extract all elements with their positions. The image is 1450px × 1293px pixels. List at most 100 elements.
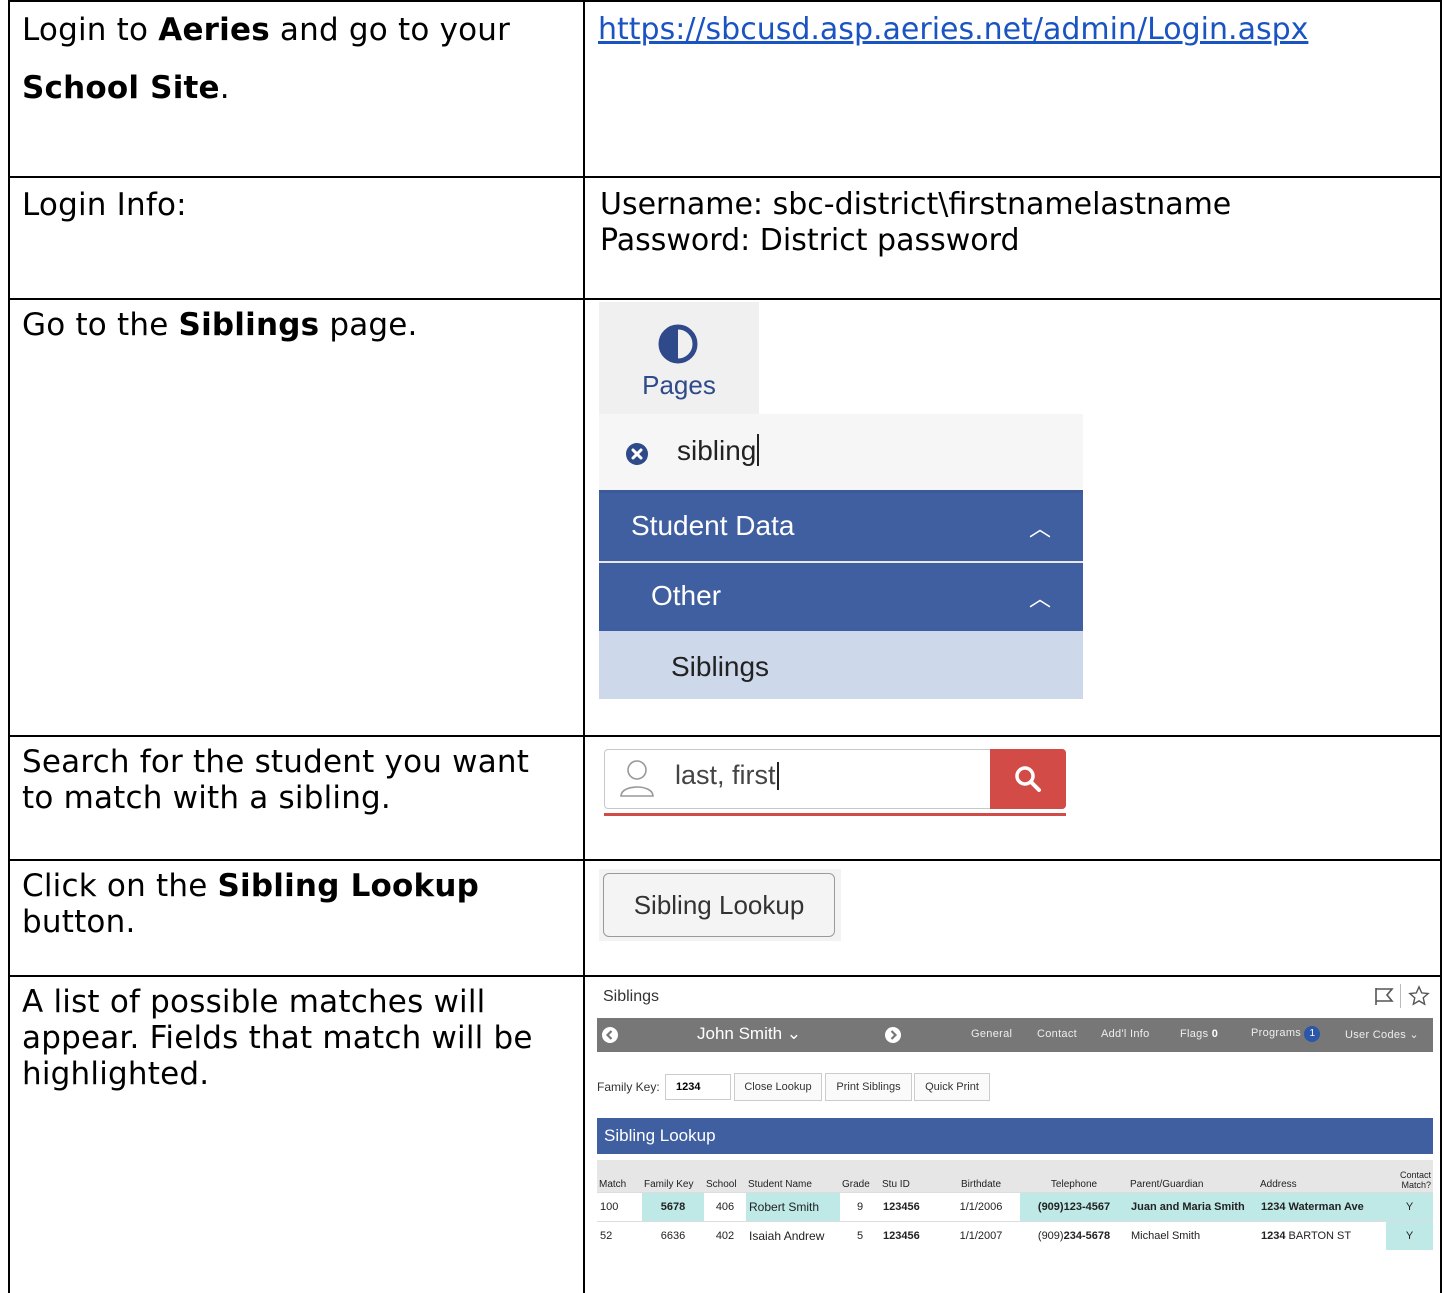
print-siblings-button[interactable]: Print Siblings bbox=[825, 1073, 912, 1101]
step-4-text: Search for the student you want to match… bbox=[22, 744, 529, 816]
family-key-input[interactable]: 1234 bbox=[665, 1074, 731, 1100]
nav-link-addl-info[interactable]: Add'l Info bbox=[1101, 1028, 1150, 1040]
col-birthdate: Birthdate bbox=[942, 1160, 1020, 1193]
prev-student-icon[interactable] bbox=[601, 1026, 619, 1044]
cell-contact-match: Y bbox=[1386, 1192, 1433, 1222]
table-row[interactable]: 52 6636 402 Isaiah Andrew 5 123456 1/1/2… bbox=[597, 1221, 1433, 1250]
menu-section-label: Student Data bbox=[631, 510, 795, 541]
pages-search-input[interactable]: sibling bbox=[677, 434, 760, 467]
programs-badge: 1 bbox=[1304, 1026, 1321, 1042]
pages-label: Pages bbox=[642, 370, 716, 400]
nav-link-user-codes[interactable]: User Codes ⌄ bbox=[1345, 1028, 1419, 1041]
sibling-lookup-title: Sibling Lookup bbox=[604, 1126, 716, 1145]
search-button[interactable] bbox=[990, 749, 1066, 809]
clear-icon[interactable] bbox=[625, 442, 649, 466]
toolbar-separator bbox=[1400, 984, 1401, 1008]
row-divider-3 bbox=[8, 735, 1442, 737]
student-search-box[interactable]: last, first bbox=[604, 749, 1066, 809]
cell-match: 100 bbox=[597, 1192, 642, 1222]
step-1-text-line2: School Site. bbox=[22, 70, 230, 106]
school-site-label: School Site bbox=[22, 70, 220, 106]
cell-stu-id: 123456 bbox=[880, 1221, 942, 1250]
table-row[interactable]: 100 5678 406 Robert Smith 9 123456 1/1/2… bbox=[597, 1192, 1433, 1222]
phone-prefix: (909) bbox=[1037, 1230, 1064, 1242]
phone-prefix: (909) bbox=[1037, 1201, 1064, 1213]
col-school: School bbox=[704, 1160, 746, 1193]
pages-search-field[interactable]: sibling bbox=[599, 414, 1083, 493]
cell-student-name: Robert Smith bbox=[746, 1192, 840, 1222]
step-2-text: Login Info: bbox=[22, 187, 187, 223]
step-6-line: appear. Fields that match will be bbox=[22, 1020, 533, 1056]
step-3-part: Go to the bbox=[22, 307, 179, 343]
next-student-icon[interactable] bbox=[884, 1026, 902, 1044]
col-student-name: Student Name bbox=[746, 1160, 840, 1193]
menu-item-siblings[interactable]: Siblings bbox=[599, 631, 1083, 699]
cell-stu-id: 123456 bbox=[880, 1192, 942, 1222]
text-cursor bbox=[776, 762, 779, 790]
sibling-lookup-button[interactable]: Sibling Lookup bbox=[603, 873, 835, 937]
student-name-dropdown[interactable]: John Smith ⌄ bbox=[697, 1024, 801, 1044]
table-border-middle bbox=[583, 0, 585, 1293]
row-divider-4 bbox=[8, 859, 1442, 861]
nav-link-flags[interactable]: Flags 0 bbox=[1180, 1028, 1218, 1040]
cell-match: 52 bbox=[597, 1221, 642, 1250]
address-rest: BARTON ST bbox=[1285, 1230, 1352, 1242]
step-4-line: to match with a sibling. bbox=[22, 780, 391, 816]
chevron-up-icon: ︿ bbox=[1028, 586, 1051, 611]
sibling-lookup-area: Sibling Lookup bbox=[599, 869, 841, 941]
cell-birthdate: 1/1/2006 bbox=[942, 1192, 1020, 1222]
sibling-lookup-label: Sibling Lookup bbox=[217, 868, 480, 904]
nav-link-programs[interactable]: Programs 1 bbox=[1251, 1026, 1321, 1042]
cell-address: 1234 Waterman Ave bbox=[1258, 1192, 1386, 1222]
cell-address: 1234 BARTON ST bbox=[1258, 1221, 1386, 1250]
aeries-login-link[interactable]: https://sbcusd.asp.aeries.net/admin/Logi… bbox=[598, 12, 1308, 47]
cell-school: 402 bbox=[704, 1221, 746, 1250]
half-circle-icon bbox=[658, 324, 698, 364]
search-icon bbox=[1015, 766, 1041, 792]
nav-link-contact[interactable]: Contact bbox=[1037, 1028, 1077, 1040]
cell-birthdate: 1/1/2007 bbox=[942, 1221, 1020, 1250]
col-telephone: Telephone bbox=[1020, 1160, 1128, 1193]
col-stu-id: Stu ID bbox=[880, 1160, 942, 1193]
flags-count: 0 bbox=[1211, 1028, 1219, 1040]
instruction-document: Login to Aeries and go to your School Si… bbox=[0, 0, 1450, 1293]
flag-icon[interactable] bbox=[1373, 986, 1395, 1006]
cell-student-name: Isaiah Andrew bbox=[746, 1221, 840, 1250]
row-divider-1 bbox=[8, 176, 1442, 178]
menu-section-student-data[interactable]: Student Data ︿ bbox=[599, 493, 1083, 563]
col-parent-guardian: Parent/Guardian bbox=[1128, 1160, 1258, 1193]
cell-family-key: 6636 bbox=[642, 1221, 704, 1250]
cell-telephone: (909)234-5678 bbox=[1020, 1221, 1128, 1250]
sibling-results-table: Match Family Key School Student Name Gra… bbox=[597, 1160, 1433, 1250]
cell-grade: 5 bbox=[840, 1221, 880, 1250]
student-search-value: last, first bbox=[675, 760, 776, 790]
step-5-part: Click on the bbox=[22, 868, 218, 904]
phone-rest: 234-5678 bbox=[1063, 1230, 1111, 1242]
cell-grade: 9 bbox=[840, 1192, 880, 1222]
col-family-key: Family Key bbox=[642, 1160, 704, 1193]
star-icon[interactable] bbox=[1408, 985, 1430, 1007]
cell-parent-guardian: Michael Smith bbox=[1128, 1221, 1258, 1250]
pages-button[interactable]: Pages bbox=[599, 302, 759, 414]
pages-search-value: sibling bbox=[677, 435, 757, 466]
menu-subsection-label: Other bbox=[651, 580, 722, 611]
table-border-top bbox=[8, 0, 1442, 2]
nav-link-general[interactable]: General bbox=[971, 1028, 1012, 1040]
password-line: Password: District password bbox=[600, 223, 1020, 258]
table-header-row: Match Family Key School Student Name Gra… bbox=[597, 1160, 1433, 1193]
step-3-text: Go to the Siblings page. bbox=[22, 307, 418, 343]
family-key-label: Family Key: bbox=[597, 1080, 660, 1094]
step-5-line: button. bbox=[22, 904, 136, 940]
user-icon bbox=[620, 760, 654, 797]
quick-print-button[interactable]: Quick Print bbox=[914, 1073, 990, 1101]
cell-telephone: (909)123-4567 bbox=[1020, 1192, 1128, 1222]
menu-subsection-other[interactable]: Other ︿ bbox=[599, 563, 1083, 631]
search-underline bbox=[604, 813, 1066, 816]
menu-item-label: Siblings bbox=[671, 651, 770, 682]
student-search-input[interactable]: last, first bbox=[675, 760, 779, 791]
col-address: Address bbox=[1258, 1160, 1386, 1193]
table-border-left bbox=[8, 0, 10, 1293]
cell-family-key: 5678 bbox=[642, 1192, 704, 1222]
close-lookup-button[interactable]: Close Lookup bbox=[734, 1073, 822, 1101]
row-divider-5 bbox=[8, 975, 1442, 977]
